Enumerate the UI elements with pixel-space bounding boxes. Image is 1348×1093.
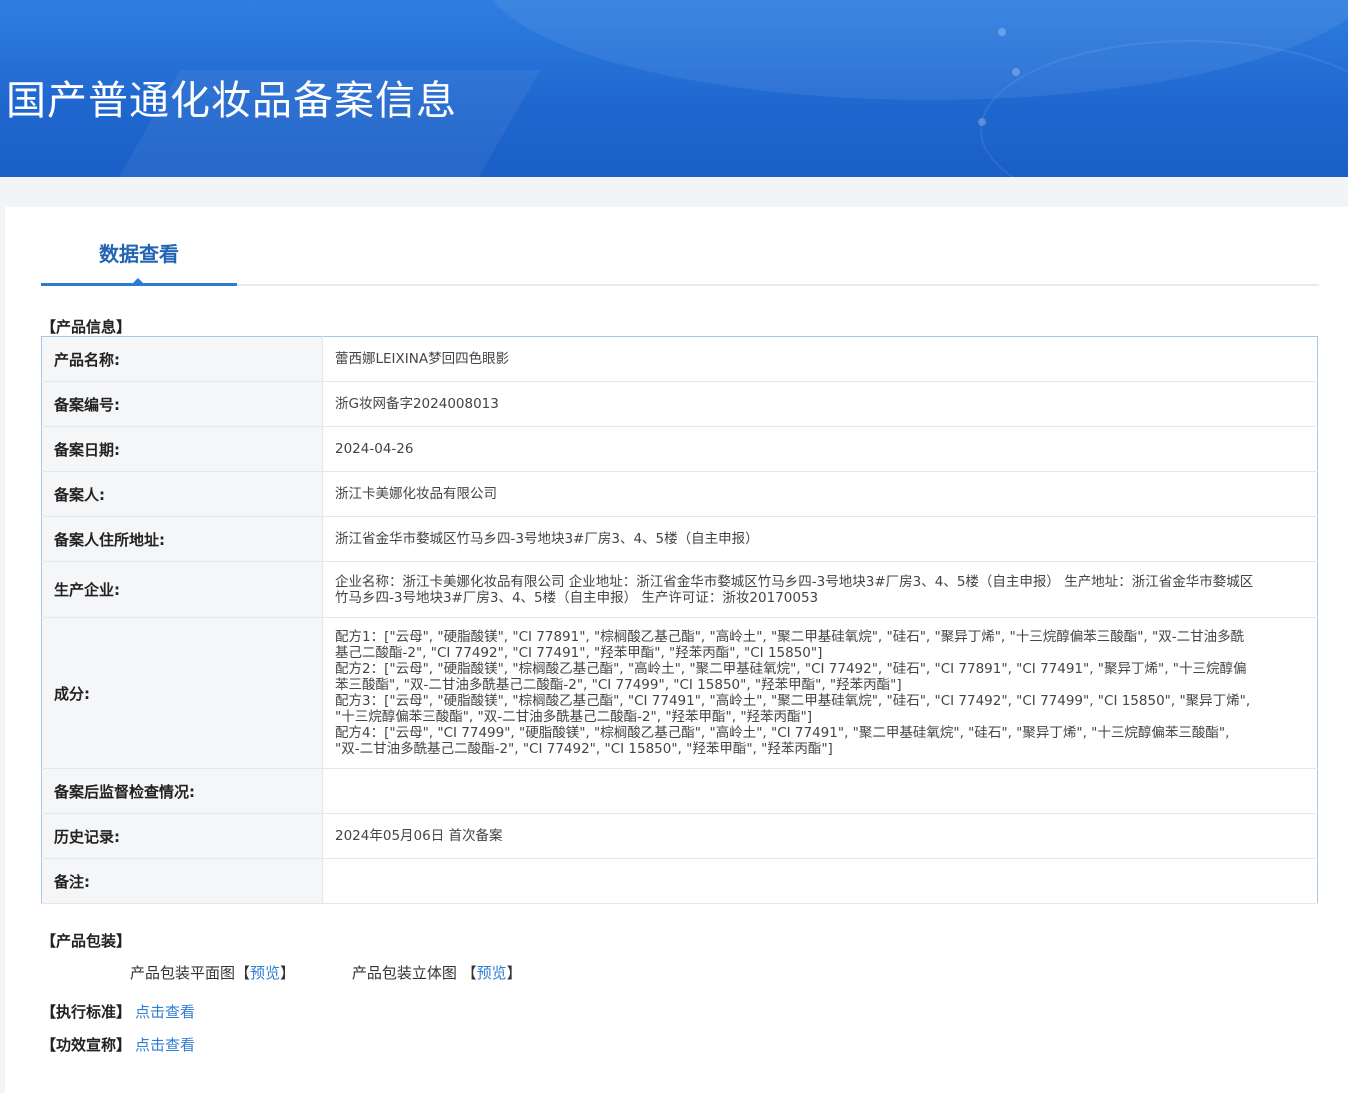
row-label: 备案后监督检查情况: (41, 768, 323, 814)
packaging-row: 产品包装平面图【预览】 产品包装立体图 【预览】 (130, 962, 522, 983)
bracket: 】 (280, 964, 296, 982)
product-info-title: 【产品信息】 (41, 318, 132, 336)
row-label: 备注: (41, 858, 323, 904)
standard-row: 【执行标准】 点击查看 (41, 1001, 195, 1022)
row-label: 备案日期: (41, 426, 323, 472)
content-panel: 数据查看 【产品信息】 产品名称: 蕾西娜LEIXINA梦回四色眼影 备案编号:… (5, 207, 1348, 1093)
product-info-table: 产品名称: 蕾西娜LEIXINA梦回四色眼影 备案编号: 浙G妆网备字20240… (41, 336, 1318, 904)
row-value: 2024-04-26 (322, 426, 1318, 472)
row-value (322, 768, 1318, 814)
row-value (322, 858, 1318, 904)
tab-label: 数据查看 (99, 242, 179, 266)
header-banner: 国产普通化妆品备案信息 (0, 0, 1348, 177)
stereo-image-label: 产品包装立体图 (351, 964, 457, 982)
ingredients-value: 配方1：["云母", "硬脂酸镁", "CI 77891", "棕榈酸乙基己酯"… (322, 617, 1318, 769)
table-row: 历史记录: 2024年05月06日 首次备案 (41, 813, 1318, 859)
tab-data-view[interactable]: 数据查看 (41, 207, 237, 286)
row-value: 浙江卡美娜化妆品有限公司 (322, 471, 1318, 517)
tab-bar: 数据查看 (41, 207, 1319, 286)
efficacy-view-link[interactable]: 点击查看 (135, 1036, 195, 1054)
formula-text: 配方4：["云母", "CI 77499", "硬脂酸镁", "棕榈酸乙基己酯"… (335, 725, 1230, 757)
banner-dot (1012, 68, 1020, 76)
row-label: 备案人住所地址: (41, 516, 323, 562)
tab-caret-icon (132, 278, 144, 284)
row-label: 备案人: (41, 471, 323, 517)
table-row: 产品名称: 蕾西娜LEIXINA梦回四色眼影 (41, 336, 1318, 382)
table-row: 备案人: 浙江卡美娜化妆品有限公司 (41, 471, 1318, 517)
table-row: 成分: 配方1：["云母", "硬脂酸镁", "CI 77891", "棕榈酸乙… (41, 617, 1318, 769)
standard-label: 【执行标准】 (41, 1003, 132, 1021)
standard-view-link[interactable]: 点击查看 (135, 1003, 195, 1021)
formula-text: 配方2：["云母", "硬脂酸镁", "棕榈酸乙基己酯", "高岭土", "聚二… (335, 661, 1247, 693)
efficacy-label: 【功效宣称】 (41, 1036, 132, 1054)
banner-dot (978, 118, 986, 126)
row-label: 生产企业: (41, 561, 323, 618)
formula-text: 配方1：["云母", "硬脂酸镁", "CI 77891", "棕榈酸乙基己酯"… (335, 629, 1245, 661)
table-row: 备案后监督检查情况: (41, 768, 1318, 814)
table-row: 备案日期: 2024-04-26 (41, 426, 1318, 472)
packaging-title: 【产品包装】 (41, 932, 132, 950)
row-label: 历史记录: (41, 813, 323, 859)
bracket: 】 (506, 964, 522, 982)
table-row: 备案人住所地址: 浙江省金华市婺城区竹马乡四-3号地块3#厂房3、4、5楼（自主… (41, 516, 1318, 562)
bracket: 【 (461, 964, 477, 982)
formula-text: 配方3：["云母", "硬脂酸镁", "棕榈酸乙基己酯", "CI 77491"… (335, 693, 1251, 725)
row-label: 产品名称: (41, 336, 323, 382)
efficacy-row: 【功效宣称】 点击查看 (41, 1034, 195, 1055)
bracket: 【 (235, 964, 251, 982)
banner-dot (998, 28, 1006, 36)
row-value: 企业名称：浙江卡美娜化妆品有限公司 企业地址：浙江省金华市婺城区竹马乡四-3号地… (322, 561, 1318, 618)
row-value: 蕾西娜LEIXINA梦回四色眼影 (322, 336, 1318, 382)
flat-preview-link[interactable]: 预览 (250, 964, 280, 982)
row-label: 备案编号: (41, 381, 323, 427)
table-row: 生产企业: 企业名称：浙江卡美娜化妆品有限公司 企业地址：浙江省金华市婺城区竹马… (41, 561, 1318, 618)
flat-image-label: 产品包装平面图 (130, 964, 236, 982)
stereo-preview-link[interactable]: 预览 (477, 964, 507, 982)
row-value: 浙江省金华市婺城区竹马乡四-3号地块3#厂房3、4、5楼（自主申报） (322, 516, 1318, 562)
row-label: 成分: (41, 617, 323, 769)
table-row: 备注: (41, 858, 1318, 904)
table-row: 备案编号: 浙G妆网备字2024008013 (41, 381, 1318, 427)
row-value: 浙G妆网备字2024008013 (322, 381, 1318, 427)
row-value: 2024年05月06日 首次备案 (322, 813, 1318, 859)
page-title: 国产普通化妆品备案信息 (6, 78, 457, 124)
